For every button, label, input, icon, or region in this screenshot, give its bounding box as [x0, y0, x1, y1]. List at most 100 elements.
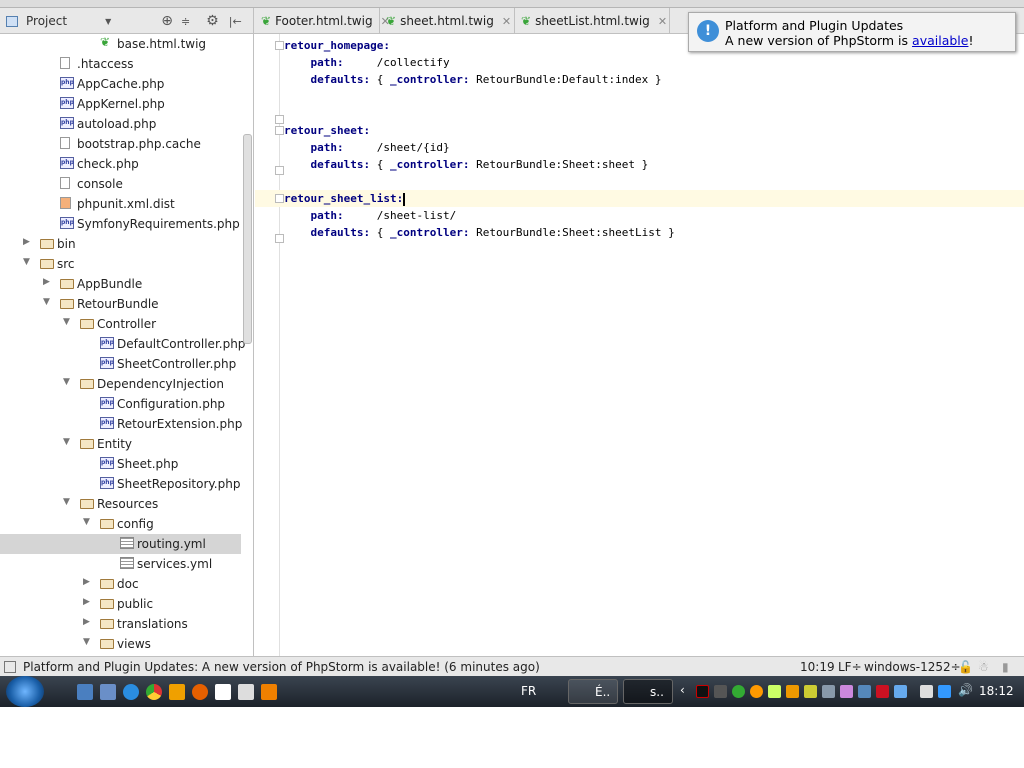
available-link[interactable]: available [912, 33, 968, 48]
collapsed-arrow-icon[interactable]: ▶ [23, 237, 30, 247]
code-line[interactable] [284, 88, 1024, 105]
tray-green-icon[interactable] [768, 685, 781, 698]
tray-tool-icon[interactable] [822, 685, 835, 698]
tree-item[interactable]: php SymfonyRequirements.php [0, 214, 241, 234]
code-line[interactable]: path: /sheet-list/ [284, 207, 1024, 224]
tree-item[interactable]: ▼ DependencyInjection [0, 374, 241, 394]
media-player-icon[interactable] [169, 684, 185, 700]
tray-power-icon[interactable] [920, 685, 933, 698]
tray-app-icon[interactable] [696, 685, 709, 698]
tree-item[interactable]: routing.yml [0, 534, 241, 554]
expanded-arrow-icon[interactable]: ▼ [83, 517, 90, 527]
code-line[interactable]: defaults: { _controller: RetourBundle:De… [284, 71, 1024, 88]
code-line[interactable] [284, 105, 1024, 122]
locate-icon[interactable]: ⊕ [161, 13, 173, 29]
expanded-arrow-icon[interactable]: ▼ [63, 497, 70, 507]
volume-icon[interactable]: 🔊 [958, 683, 973, 697]
hide-icon[interactable]: |← [229, 15, 242, 28]
tree-item[interactable]: .htaccess [0, 54, 241, 74]
tree-item[interactable]: php AppKernel.php [0, 94, 241, 114]
show-desktop-icon[interactable] [77, 684, 93, 700]
fold-marker-icon[interactable] [275, 41, 284, 50]
tree-item[interactable]: console [0, 174, 241, 194]
close-icon[interactable]: ✕ [502, 15, 511, 28]
code-line[interactable]: defaults: { _controller: RetourBundle:Sh… [284, 156, 1024, 173]
switch-windows-icon[interactable] [100, 684, 116, 700]
apps-icon[interactable] [215, 684, 231, 700]
code-line[interactable]: retour_sheet_list: [255, 190, 1024, 207]
tray-red-icon[interactable] [876, 685, 889, 698]
encoding[interactable]: windows-1252÷ [864, 660, 961, 674]
settings-icon[interactable] [261, 684, 277, 700]
language-indicator[interactable]: FR [521, 684, 536, 698]
dropdown-icon[interactable]: ▼ [105, 17, 111, 26]
firefox-icon[interactable] [192, 684, 208, 700]
fold-marker-icon[interactable] [275, 126, 284, 135]
lock-icon[interactable]: 🔓 [958, 660, 973, 674]
tray-expand-icon[interactable]: ‹ [680, 683, 685, 697]
tree-item[interactable]: ▶ AppBundle [0, 274, 241, 294]
tab-sheetlist[interactable]: ❦ sheetList.html.twig ✕ [515, 8, 670, 34]
event-log-icon[interactable] [4, 661, 16, 673]
code-line[interactable]: path: /sheet/{id} [284, 139, 1024, 156]
tray-window-icon[interactable] [858, 685, 871, 698]
expanded-arrow-icon[interactable]: ▼ [83, 637, 90, 647]
tree-item[interactable]: ▼ Resources [0, 494, 241, 514]
line-separator[interactable]: LF÷ [838, 660, 862, 674]
status-message[interactable]: Platform and Plugin Updates: A new versi… [23, 660, 540, 674]
code-editor[interactable]: retour_homepage: path: /collectify defau… [255, 34, 1024, 656]
clock[interactable]: 18:12 [979, 684, 1014, 698]
collapsed-arrow-icon[interactable]: ▶ [83, 577, 90, 587]
tray-calendar-icon[interactable] [840, 685, 853, 698]
collapsed-arrow-icon[interactable]: ▶ [43, 277, 50, 287]
vertical-scrollbar[interactable] [243, 134, 252, 344]
tray-flag-icon[interactable] [894, 685, 907, 698]
expanded-arrow-icon[interactable]: ▼ [63, 437, 70, 447]
tree-item[interactable]: ▶ public [0, 594, 241, 614]
collapse-all-icon[interactable]: ≑ [181, 15, 190, 28]
tree-item[interactable]: ❦ base.html.twig [0, 34, 241, 54]
fold-marker-icon[interactable] [275, 194, 284, 203]
tree-item[interactable]: php autoload.php [0, 114, 241, 134]
tree-item[interactable]: ▶ doc [0, 574, 241, 594]
collapsed-arrow-icon[interactable]: ▶ [83, 597, 90, 607]
expanded-arrow-icon[interactable]: ▼ [63, 377, 70, 387]
fold-marker-icon[interactable] [275, 234, 284, 243]
close-icon[interactable]: ✕ [658, 15, 667, 28]
expanded-arrow-icon[interactable]: ▼ [43, 297, 50, 307]
tree-item[interactable]: php AppCache.php [0, 74, 241, 94]
gear-icon[interactable]: ⚙ [206, 13, 219, 29]
tree-item[interactable]: php RetourExtension.php [0, 414, 242, 434]
chrome-icon[interactable] [146, 684, 162, 700]
update-notification[interactable]: ! Platform and Plugin Updates A new vers… [688, 12, 1016, 52]
tray-orange-icon[interactable] [750, 685, 763, 698]
code-line[interactable] [284, 173, 1024, 190]
ie-icon[interactable] [123, 684, 139, 700]
tree-item[interactable]: php check.php [0, 154, 241, 174]
task-chrome[interactable]: É.. [568, 679, 618, 704]
caret-position[interactable]: 10:19 [800, 660, 835, 674]
tree-item[interactable]: php Sheet.php [0, 454, 241, 474]
start-button[interactable] [6, 676, 44, 707]
task-phpstorm[interactable]: s.. [623, 679, 673, 704]
fold-marker-icon[interactable] [275, 166, 284, 175]
tree-item[interactable]: ▼ config [0, 514, 241, 534]
tree-item[interactable]: php Configuration.php [0, 394, 241, 414]
tray-signal-icon[interactable] [786, 685, 799, 698]
tab-sheet[interactable]: ❦ sheet.html.twig ✕ [380, 8, 515, 34]
code-line[interactable]: path: /collectify [284, 54, 1024, 71]
tree-item[interactable]: ▶ translations [0, 614, 241, 634]
tray-shield-icon[interactable] [804, 685, 817, 698]
tree-item[interactable]: services.yml [0, 554, 241, 574]
tree-item[interactable]: php SheetRepository.php [0, 474, 241, 494]
tray-network-icon[interactable] [938, 685, 951, 698]
tab-footer[interactable]: ❦ Footer.html.twig ✕ [255, 8, 390, 34]
tree-item[interactable]: bootstrap.php.cache [0, 134, 241, 154]
tree-item[interactable]: ▼ Entity [0, 434, 241, 454]
tree-item[interactable]: phpunit.xml.dist [0, 194, 241, 214]
tree-item[interactable]: ▼ src [0, 254, 241, 274]
notifications-icon[interactable]: ▮ [1002, 660, 1009, 674]
tree-item[interactable]: php SheetController.php [0, 354, 241, 374]
code-line[interactable]: retour_sheet: [284, 122, 1024, 139]
tree-item[interactable]: ▶ bin [0, 234, 241, 254]
